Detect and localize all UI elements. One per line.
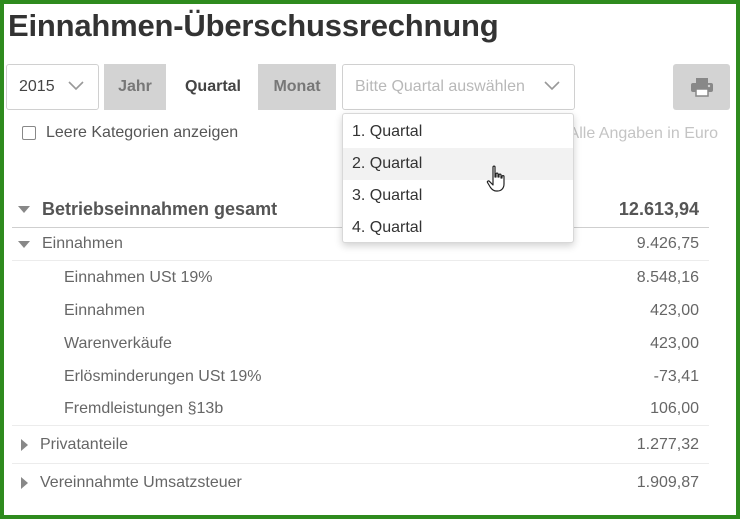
year-select-value: 2015 — [19, 78, 55, 95]
hand-cursor-icon — [486, 165, 505, 192]
print-button[interactable] — [673, 64, 730, 110]
period-tab-jahr[interactable]: Jahr — [104, 64, 166, 110]
caret-down-icon[interactable] — [18, 206, 30, 213]
total-value: 12.613,94 — [618, 199, 699, 219]
row-label: Vereinnahmte Umsatzsteuer — [40, 474, 242, 491]
quarter-select[interactable]: Bitte Quartal auswählen — [342, 64, 575, 110]
total-label: Betriebseinnahmen gesamt — [42, 199, 278, 219]
row-label: Einnahmen — [42, 235, 123, 252]
quarter-option-4[interactable]: 4. Quartal — [343, 212, 573, 244]
row-label: Einnahmen — [64, 301, 145, 319]
table-row: Einnahmen USt 19% 8.548,16 — [12, 261, 709, 294]
currency-note: Alle Angaben in Euro — [568, 125, 718, 142]
category-row-privatanteile[interactable]: Privatanteile 1.277,32 — [12, 426, 709, 464]
caret-down-icon[interactable] — [18, 240, 30, 248]
row-value: 1.277,32 — [636, 435, 699, 453]
row-label: Fremdleistungen §13b — [64, 400, 224, 417]
quarter-option-2[interactable]: 2. Quartal — [343, 148, 573, 180]
row-value: 1.909,87 — [636, 474, 699, 491]
period-tab-monat[interactable]: Monat — [258, 64, 336, 110]
row-value: 9.426,75 — [636, 235, 699, 252]
empty-categories-option[interactable]: Leere Kategorien anzeigen — [22, 124, 238, 142]
caret-right-icon[interactable] — [21, 477, 28, 489]
table-row: Einnahmen 423,00 — [12, 294, 709, 327]
quarter-select-placeholder: Bitte Quartal auswählen — [355, 78, 525, 95]
period-tab-quartal[interactable]: Quartal — [168, 64, 258, 110]
row-value: 8.548,16 — [636, 268, 699, 286]
category-row-umsatzsteuer[interactable]: Vereinnahmte Umsatzsteuer 1.909,87 — [12, 464, 709, 502]
row-value: 423,00 — [650, 334, 699, 352]
row-value: 106,00 — [650, 400, 699, 417]
quarter-option-1[interactable]: 1. Quartal — [343, 116, 573, 148]
row-label: Erlösminderungen USt 19% — [64, 367, 262, 385]
row-value: -73,41 — [653, 367, 699, 385]
empty-categories-label: Leere Kategorien anzeigen — [46, 124, 239, 141]
page-title: Einnahmen-Überschussrechnung — [8, 8, 499, 43]
printer-icon — [690, 78, 713, 97]
row-label: Privatanteile — [40, 435, 129, 453]
table-row: Warenverkäufe 423,00 — [12, 327, 709, 360]
row-value: 423,00 — [650, 301, 699, 319]
row-label: Warenverkäufe — [64, 334, 172, 352]
quarter-option-3[interactable]: 3. Quartal — [343, 180, 573, 212]
quarter-dropdown: 1. Quartal 2. Quartal 3. Quartal 4. Quar… — [342, 113, 574, 243]
caret-right-icon[interactable] — [21, 438, 28, 451]
chevron-down-icon — [544, 81, 560, 91]
row-label: Einnahmen USt 19% — [64, 268, 213, 286]
year-select[interactable]: 2015 — [6, 64, 99, 110]
chevron-down-icon — [68, 81, 84, 91]
empty-categories-checkbox[interactable] — [22, 126, 36, 140]
table-row: Fremdleistungen §13b 106,00 — [12, 393, 709, 426]
table-row: Erlösminderungen USt 19% -73,41 — [12, 360, 709, 393]
